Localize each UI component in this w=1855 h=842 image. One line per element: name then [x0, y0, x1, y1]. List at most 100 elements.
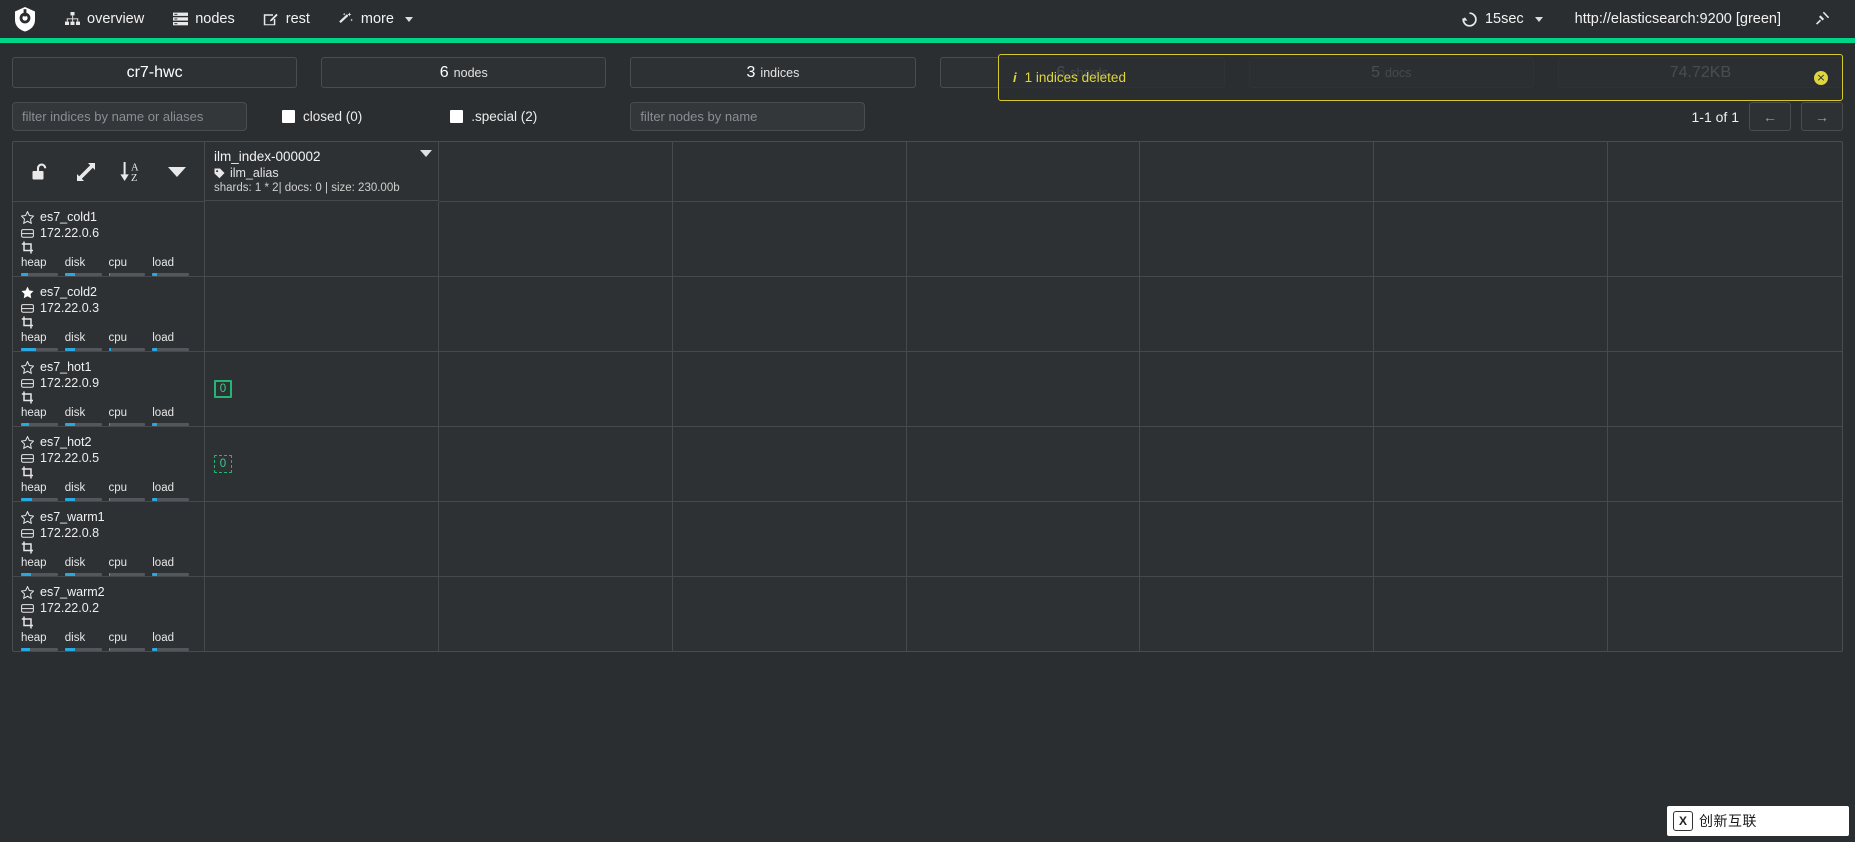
grid-empty-cell	[672, 352, 907, 427]
metric-fill	[64, 273, 76, 276]
metric-load: load	[152, 407, 196, 426]
grid-empty-cell	[1608, 202, 1842, 277]
metric-label: cpu	[108, 482, 128, 494]
close-icon[interactable]: ×	[1814, 70, 1828, 85]
grid-empty-cell-inner	[673, 502, 906, 576]
node-ip-label: 172.22.0.8	[40, 526, 100, 540]
filter-caret-icon[interactable]	[154, 142, 200, 201]
info-icon: i	[1013, 70, 1017, 85]
metric-track	[152, 348, 189, 351]
node-ip-row: 172.22.0.8	[21, 525, 196, 541]
server-icon	[21, 228, 34, 239]
grid-empty-cell-inner	[673, 352, 906, 426]
shard-replica[interactable]: 0	[214, 455, 232, 473]
grid-empty-cell-inner	[673, 577, 906, 651]
star-outline-icon	[21, 210, 34, 224]
metric-label: disk	[64, 407, 86, 419]
cluster-url[interactable]: http://elasticsearch:9200 [green]	[1559, 0, 1797, 38]
nodes-count-unit: nodes	[453, 65, 488, 80]
nodes-filter-input[interactable]	[630, 102, 866, 131]
metric-track	[21, 648, 58, 651]
metric-disk: disk	[64, 332, 109, 351]
metric-track	[108, 273, 146, 276]
node-metrics: heap disk cpu load	[21, 407, 196, 426]
pagination-prev-button[interactable]: ←	[1749, 102, 1791, 131]
metric-label: disk	[64, 632, 86, 644]
metric-label: heap	[21, 332, 47, 344]
metric-fill	[152, 348, 158, 351]
checkbox-box	[450, 110, 464, 123]
shard-cell-inner	[205, 277, 438, 351]
indices-filter-input[interactable]	[12, 102, 247, 131]
index-meta: shards: 1 * 2| docs: 0 | size: 230.00b	[214, 182, 400, 194]
alert-message: 1 indices deleted	[1024, 70, 1126, 85]
node-metrics: heap disk cpu load	[21, 557, 196, 576]
grid-toolbar: A Z	[13, 142, 204, 201]
node-ip-label: 172.22.0.2	[40, 601, 100, 615]
node-ip-row: 172.22.0.6	[21, 225, 196, 241]
node-name-row: es7_hot1	[21, 359, 196, 375]
metric-disk: disk	[64, 557, 109, 576]
grid-empty-cell	[672, 277, 907, 352]
disconnect-button[interactable]	[1797, 0, 1845, 38]
shard-cell	[205, 502, 439, 577]
grid-empty-cell-inner	[673, 202, 906, 276]
node-name-label: es7_warm2	[40, 585, 105, 599]
special-indices-checkbox[interactable]: .special (2)	[450, 109, 537, 124]
grid-header-empty-2	[672, 142, 907, 202]
nav-item-rest[interactable]: rest	[249, 0, 324, 38]
grid-empty-cell	[1608, 577, 1842, 651]
node-roles-row	[21, 616, 196, 629]
pagination-next-button[interactable]: →	[1801, 102, 1843, 131]
sort-az-icon[interactable]: A Z	[109, 142, 155, 201]
metric-track	[152, 273, 189, 276]
cluster-grid: A Z ilm_index-000002 ilm_alias shards: 1…	[12, 141, 1843, 652]
data-node-icon	[21, 316, 34, 329]
node-cell: es7_hot1 172.22.0.9 heap disk cpu load	[13, 352, 205, 427]
nav-item-more[interactable]: more	[324, 0, 427, 38]
refresh-interval-label: 15sec	[1484, 11, 1524, 27]
metric-cpu: cpu	[108, 632, 153, 651]
grid-empty-cell	[906, 352, 1141, 427]
grid-empty-cell	[1374, 352, 1609, 427]
grid-empty-cell	[1608, 502, 1842, 577]
shard-primary[interactable]: 0	[214, 380, 232, 398]
metric-fill	[152, 573, 158, 576]
grid-empty-cell-inner	[439, 427, 672, 501]
nav-item-overview[interactable]: overview	[50, 0, 158, 38]
indices-count-value: 3	[746, 63, 756, 81]
metric-heap: heap	[21, 482, 65, 501]
grid-empty-cell-inner	[439, 577, 672, 651]
grid-toolbar-cell: A Z	[13, 142, 205, 202]
metric-fill	[108, 348, 111, 351]
grid-empty-cell	[906, 427, 1141, 502]
expand-arrows-icon[interactable]	[63, 142, 109, 201]
node-cell: es7_cold2 172.22.0.3 heap disk cpu load	[13, 277, 205, 352]
index-name[interactable]: ilm_index-000002	[214, 149, 429, 165]
navbar-left-group: overview nodes rest more	[8, 0, 427, 38]
nav-item-nodes[interactable]: nodes	[158, 0, 249, 38]
node-metrics: heap disk cpu load	[21, 257, 196, 276]
grid-empty-cell	[673, 577, 907, 651]
shard-cell: 0	[205, 352, 439, 427]
metric-disk: disk	[64, 632, 109, 651]
closed-indices-checkbox[interactable]: closed (0)	[282, 109, 362, 124]
cerebro-logo-icon[interactable]	[8, 0, 42, 38]
index-alias-label: ilm_alias	[230, 166, 279, 180]
refresh-interval-selector[interactable]: 15sec	[1446, 0, 1559, 38]
metric-track	[152, 648, 189, 651]
node-ip-row: 172.22.0.5	[21, 450, 196, 466]
grid-empty-cell	[1140, 502, 1375, 577]
metric-track	[64, 573, 102, 576]
caret-down-icon[interactable]	[419, 150, 432, 157]
metric-track	[108, 648, 146, 651]
metric-load: load	[152, 557, 196, 576]
refresh-icon	[1462, 11, 1478, 27]
unlock-icon[interactable]	[17, 142, 63, 201]
metric-fill	[152, 498, 158, 501]
metric-track	[21, 423, 58, 426]
node-name-row: es7_cold1	[21, 209, 196, 225]
svg-text:A: A	[131, 162, 139, 173]
pagination-range: 1-1 of 1	[1691, 108, 1739, 125]
metric-disk: disk	[64, 407, 109, 426]
